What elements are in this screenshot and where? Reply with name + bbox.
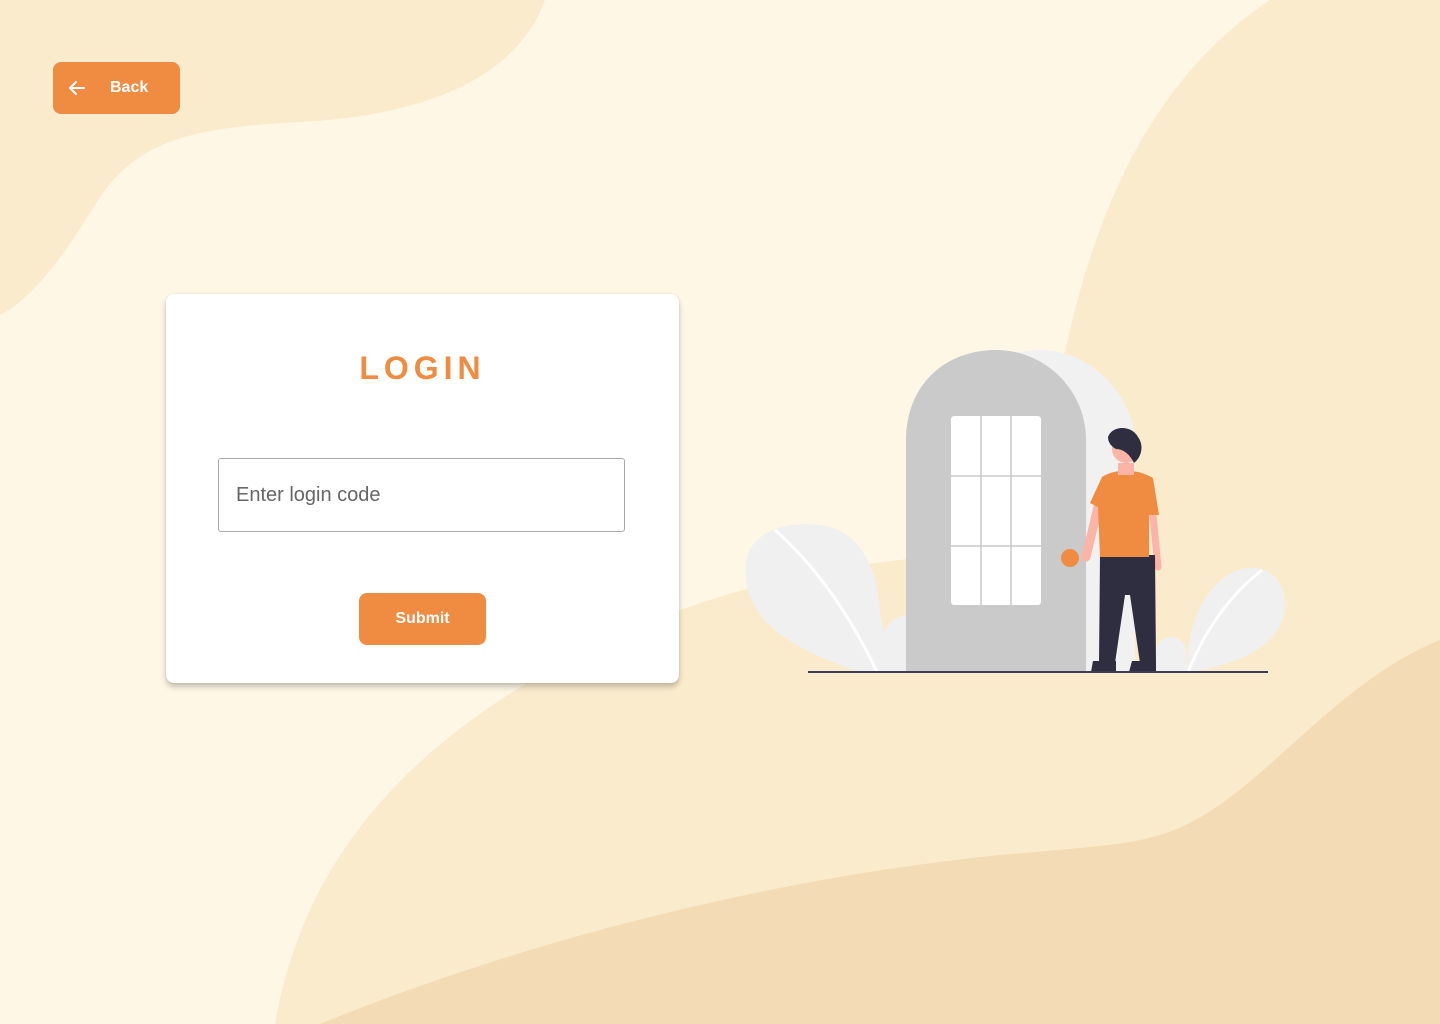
login-card: LOGIN Submit [166, 294, 679, 683]
person-neck [1118, 463, 1134, 475]
door-knob [1061, 549, 1079, 567]
wave-top-left [0, 0, 545, 315]
right-leaf [1187, 567, 1286, 672]
login-code-input[interactable] [218, 458, 625, 532]
submit-button[interactable]: Submit [359, 593, 486, 645]
back-button[interactable]: Back [53, 62, 180, 114]
back-button-label: Back [110, 79, 149, 96]
door-illustration [745, 350, 1286, 673]
person-shoe-right [1129, 661, 1156, 672]
arrow-left-icon [67, 78, 87, 98]
person-shoe-left [1091, 661, 1116, 672]
login-title: LOGIN [359, 350, 486, 386]
login-page: Back LOGIN Submit [0, 0, 1440, 1024]
door-window [951, 416, 1041, 605]
person-shirt [1090, 470, 1159, 557]
